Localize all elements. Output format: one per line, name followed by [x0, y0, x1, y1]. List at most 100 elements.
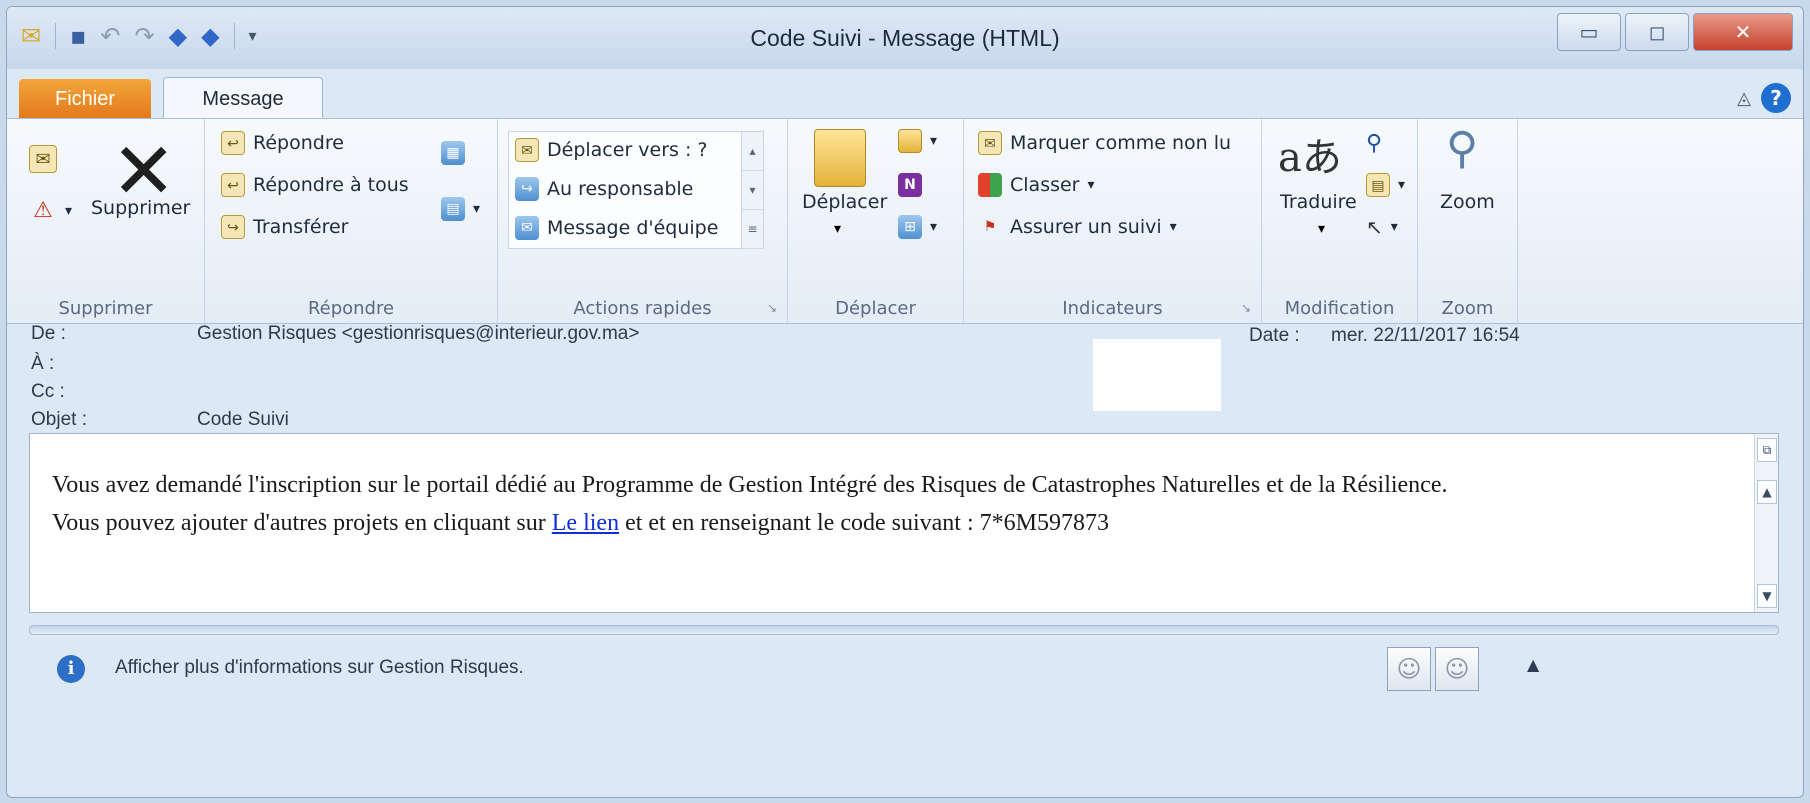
maximize-button[interactable]: ◻ [1625, 13, 1689, 51]
date-label: Date : [1249, 325, 1300, 346]
translate-icon[interactable]: aあ [1278, 125, 1342, 183]
ribbon: ✉ ⚠ ▾ ✕ Supprimer Supprimer ↩ Répondre ↩… [7, 118, 1803, 325]
related-icon: ▤ [1366, 173, 1390, 197]
onenote-button[interactable]: N [898, 173, 922, 197]
mark-unread-button[interactable]: ✉ Marquer comme non lu [978, 131, 1231, 155]
rules-icon [898, 129, 922, 153]
dropdown-arrow-icon: ▾ [834, 221, 842, 237]
mark-unread-label: Marquer comme non lu [1010, 132, 1232, 154]
ignore-button[interactable]: ✉ [29, 145, 57, 173]
dropdown-arrow-icon: ▾ [65, 203, 73, 219]
reading-options-icon[interactable]: ⧉ [1757, 438, 1777, 462]
quick-step-move-to[interactable]: ✉ Déplacer vers : ? [515, 138, 708, 162]
delete-button[interactable]: Supprimer [91, 197, 190, 219]
message-text: Vous avez demandé l'inscription sur le p… [52, 466, 1492, 542]
window-title: Code Suivi - Message (HTML) [750, 25, 1060, 51]
group-supprimer: ✉ ⚠ ▾ ✕ Supprimer Supprimer [7, 119, 205, 325]
cc-label: Cc : [31, 381, 65, 402]
avatar[interactable]: ☺ [1435, 647, 1479, 691]
scroll-down-icon[interactable]: ▾ [742, 171, 763, 210]
binoculars-icon: ⚲ [1366, 131, 1383, 156]
magnifier-icon[interactable]: ⚲ [1446, 123, 1478, 174]
scroll-up-icon[interactable]: ▴ [742, 132, 763, 171]
forward-button[interactable]: ↪ Transférer [221, 215, 348, 239]
delete-label: Supprimer [91, 197, 191, 219]
people-pane-info[interactable]: Afficher plus d'informations sur Gestion… [115, 657, 524, 679]
dropdown-arrow-icon: ▾ [1087, 177, 1095, 193]
ribbon-tabs: Fichier Message ◬ ? [7, 69, 1803, 121]
find-button[interactable]: ⚲ [1366, 131, 1382, 156]
tab-fichier[interactable]: Fichier [19, 79, 151, 119]
junk-button[interactable]: ⚠ ▾ [29, 197, 72, 225]
group-label-deplacer: Déplacer [835, 298, 916, 319]
quick-step-team-email[interactable]: ✉ Message d'équipe [515, 216, 718, 240]
reply-icon: ↩ [221, 131, 245, 155]
body-scrollbar[interactable]: ⧉ ▲ ▼ [1754, 434, 1778, 612]
group-zoom: ⚲ Zoom Zoom [1418, 119, 1518, 325]
group-label-modification: Modification [1284, 298, 1395, 319]
expand-gallery-icon[interactable]: ≡ [742, 210, 763, 249]
dropdown-arrow-icon: ▾ [1318, 221, 1326, 237]
move-label: Déplacer [802, 191, 888, 213]
forward-label: Transférer [253, 216, 349, 238]
group-repondre: ↩ Répondre ↩ Répondre à tous ↪ Transfére… [205, 119, 498, 325]
select-button[interactable]: ↖ ▾ [1366, 215, 1398, 239]
scroll-up-icon[interactable]: ▲ [1757, 480, 1777, 504]
reply-all-label: Répondre à tous [253, 174, 409, 196]
junk-icon: ⚠ [33, 198, 53, 223]
dropdown-arrow-icon: ▾ [930, 133, 938, 149]
categorize-icon [978, 173, 1002, 197]
dialog-launcher-icon[interactable]: ↘ [1241, 301, 1251, 315]
group-label-supprimer: Supprimer [58, 298, 153, 319]
help-icon[interactable]: ? [1761, 83, 1791, 113]
dropdown-arrow-icon: ▾ [1169, 219, 1177, 235]
title-bar: ✉ ▪ ↶ ↷ ◆ ◆ ▾ Code Suivi - Message (HTML… [7, 7, 1803, 69]
body-line-2-start: Vous pouvez ajouter d'autres projets en … [52, 510, 552, 536]
quick-step-label: Au responsable [547, 178, 694, 200]
tab-message[interactable]: Message [163, 77, 323, 121]
date-value: mer. 22/11/2017 16:54 [1331, 325, 1520, 346]
categorize-button[interactable]: Classer ▾ [978, 173, 1095, 197]
actions-icon: ⊞ [898, 215, 922, 239]
group-deplacer: Déplacer ▾ ▾ N ⊞ ▾ Déplacer [788, 119, 964, 325]
group-label-repondre: Répondre [307, 298, 395, 319]
quick-step-manager[interactable]: ↪ Au responsable [515, 177, 693, 201]
subject-label: Objet : [31, 409, 87, 430]
people-pane-splitter[interactable] [29, 625, 1779, 635]
move-folder-icon[interactable] [814, 129, 866, 187]
ignore-icon: ✉ [29, 145, 57, 173]
redacted-area [1093, 339, 1221, 411]
from-value[interactable]: Gestion Risques <gestionrisques@interieu… [197, 323, 639, 345]
dialog-launcher-icon[interactable]: ↘ [767, 301, 777, 315]
reply-label: Répondre [253, 132, 344, 154]
minimize-button[interactable]: ▭ [1557, 13, 1621, 51]
from-label: De : [31, 323, 66, 344]
reply-button[interactable]: ↩ Répondre [221, 131, 344, 155]
related-button[interactable]: ▤ ▾ [1366, 173, 1405, 197]
avatar[interactable]: ☺ [1387, 647, 1431, 691]
quick-steps-scrollbar[interactable]: ▴ ▾ ≡ [741, 132, 763, 249]
close-button[interactable]: ✕ [1693, 13, 1793, 51]
minimize-ribbon-icon[interactable]: ◬ [1737, 88, 1751, 109]
more-respond-button[interactable]: ▤ ▾ [441, 197, 480, 221]
outlook-message-window: ✉ ▪ ↶ ↷ ◆ ◆ ▾ Code Suivi - Message (HTML… [6, 6, 1804, 798]
body-line-2: Vous pouvez ajouter d'autres projets en … [52, 504, 1492, 542]
expand-people-pane-icon[interactable]: ▲ [1527, 655, 1539, 674]
ribbon-right-controls: ◬ ? [1737, 83, 1791, 113]
forward-icon: ↪ [221, 215, 245, 239]
message-body[interactable]: Vous avez demandé l'inscription sur le p… [29, 433, 1779, 613]
rules-button[interactable]: ▾ [898, 129, 937, 153]
group-actions-rapides: ✉ Déplacer vers : ? ↪ Au responsable ✉ M… [498, 119, 788, 325]
meeting-button[interactable]: ▦ [441, 141, 465, 165]
reply-all-button[interactable]: ↩ Répondre à tous [221, 173, 409, 197]
follow-up-button[interactable]: ⚑ Assurer un suivi ▾ [978, 215, 1177, 239]
scroll-down-icon[interactable]: ▼ [1757, 584, 1777, 608]
onenote-icon: N [898, 173, 922, 197]
move-button[interactable]: Déplacer [802, 191, 887, 213]
flag-icon: ⚑ [983, 219, 997, 235]
registration-link[interactable]: Le lien [552, 510, 619, 536]
zoom-button[interactable]: Zoom [1440, 191, 1495, 213]
translate-button[interactable]: Traduire [1280, 191, 1357, 213]
group-indicateurs: ✉ Marquer comme non lu Classer ▾ ⚑ Assur… [964, 119, 1262, 325]
actions-button[interactable]: ⊞ ▾ [898, 215, 937, 239]
